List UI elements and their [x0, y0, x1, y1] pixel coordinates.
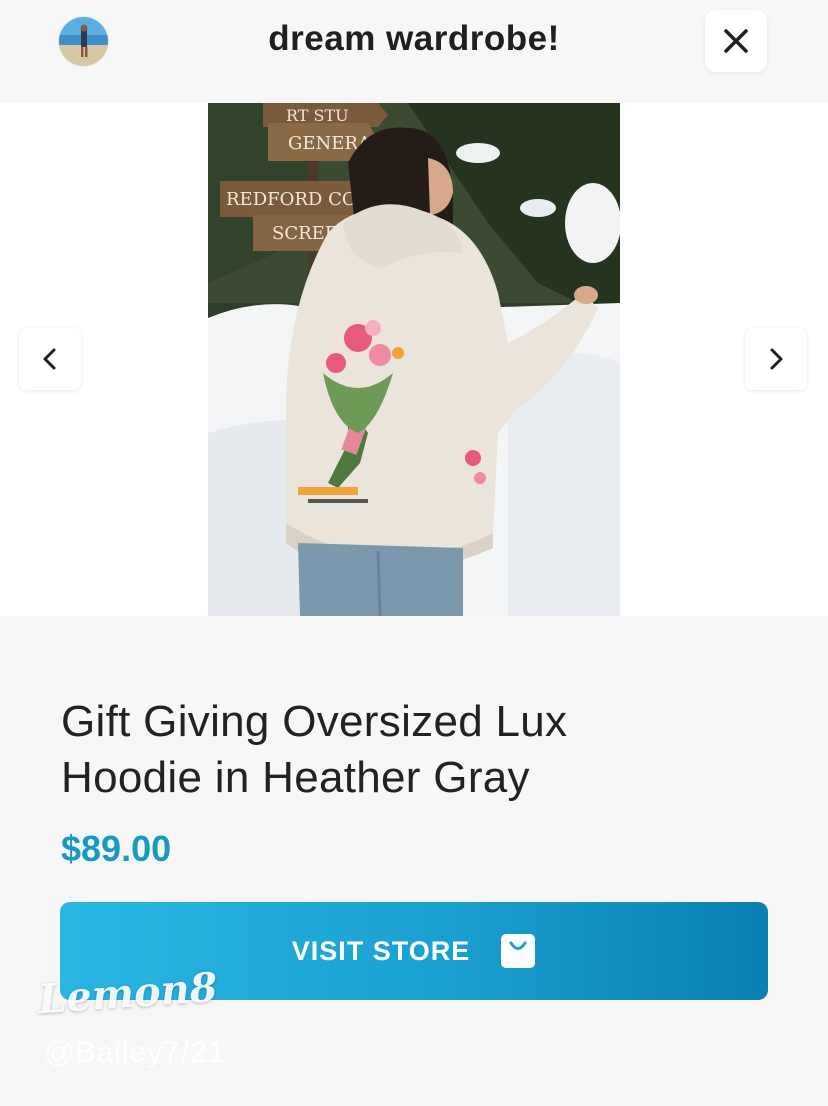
header-bar: dream wardrobe! — [0, 0, 828, 103]
chevron-right-icon — [770, 348, 783, 370]
sign-text: RT STU — [286, 106, 349, 125]
product-image[interactable]: RT STU GENERA REDFORD CON SCREEN — [208, 103, 620, 616]
shopping-bag-icon — [501, 934, 536, 968]
product-title: Gift Giving Oversized Lux Hoodie in Heat… — [61, 694, 761, 806]
close-button[interactable] — [705, 10, 767, 72]
visit-store-label: VISIT STORE — [291, 935, 471, 966]
sign-text: REDFORD CON — [226, 189, 372, 210]
watermark-handle: @Bailey7/21 — [44, 1036, 226, 1069]
previous-image-button[interactable] — [19, 328, 81, 390]
close-icon — [724, 29, 748, 53]
chevron-left-icon — [43, 348, 56, 370]
product-title-line: Gift Giving Oversized Lux — [61, 697, 568, 746]
page-title: dream wardrobe! — [268, 19, 560, 58]
image-carousel: RT STU GENERA REDFORD CON SCREEN — [0, 103, 828, 616]
product-price: $89.00 — [61, 828, 172, 869]
next-image-button[interactable] — [745, 328, 807, 390]
product-title-line: Hoodie in Heather Gray — [61, 753, 530, 802]
